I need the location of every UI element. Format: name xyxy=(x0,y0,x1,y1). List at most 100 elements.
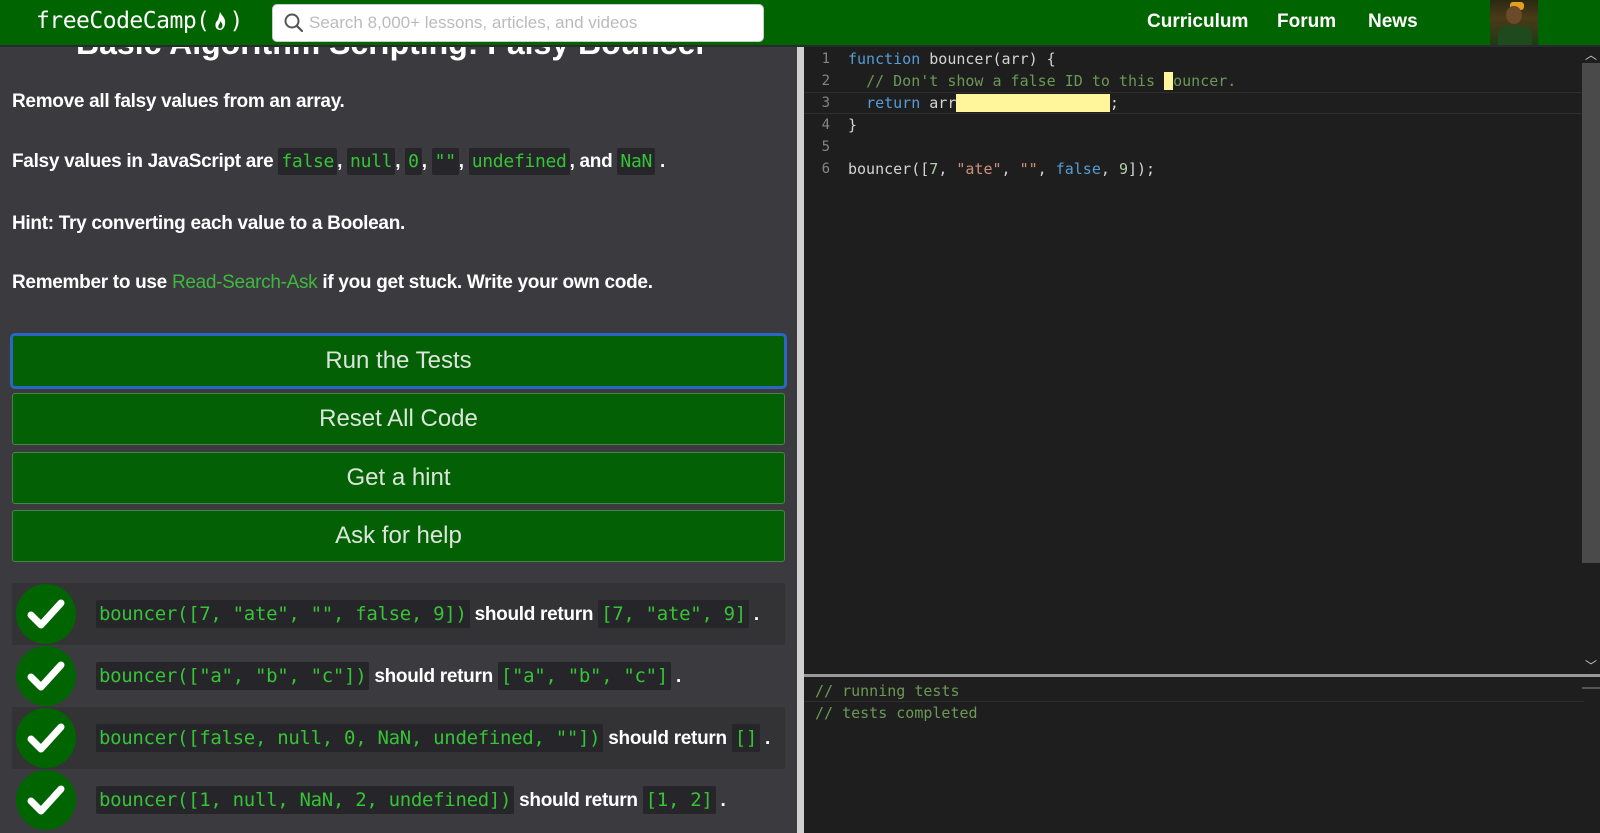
logo-text: freeCodeCamp xyxy=(36,8,197,34)
test-text: bouncer(["a", "b", "c"]) should return [… xyxy=(96,661,681,690)
navbar: freeCodeCamp ( ) Curriculum Forum News xyxy=(0,0,1600,45)
nav-forum[interactable]: Forum xyxy=(1277,11,1336,33)
falsy-false: false xyxy=(278,148,338,175)
code-token: , xyxy=(938,160,957,178)
nav-news[interactable]: News xyxy=(1368,11,1418,33)
test-text: bouncer([false, null, 0, NaN, undefined,… xyxy=(96,723,771,752)
code-token: bouncer(arr) { xyxy=(920,50,1056,68)
test-call: bouncer([false, null, 0, NaN, undefined,… xyxy=(96,723,604,752)
test-mid: should return xyxy=(374,665,493,687)
falsy-undefined: undefined xyxy=(468,148,570,175)
logo-paren-open: ( xyxy=(196,8,210,34)
remember-prefix: Remember to use xyxy=(12,272,167,293)
line-number: 5 xyxy=(821,139,830,155)
code-token: , xyxy=(1037,160,1056,178)
test-call: bouncer([7, "ate", "", false, 9]) xyxy=(96,599,470,628)
search-input[interactable] xyxy=(309,13,749,33)
editor-line: 4 } xyxy=(804,114,1584,136)
search-bar[interactable] xyxy=(272,4,764,42)
output-console: // running tests // tests completed xyxy=(804,677,1600,833)
editor-scrollbar[interactable]: ︿ ﹀ xyxy=(1582,47,1600,674)
line-number: 3 xyxy=(821,95,830,111)
reset-code-label: Reset All Code xyxy=(319,405,478,432)
p2-end: . xyxy=(660,151,665,172)
line-number: 4 xyxy=(821,117,830,133)
code-token: false xyxy=(1055,160,1101,178)
check-icon xyxy=(16,708,76,768)
read-search-ask-link[interactable]: Read-Search-Ask xyxy=(172,272,318,293)
editor-scroll-thumb[interactable] xyxy=(1582,63,1600,563)
logo-paren-close: ) xyxy=(229,8,244,34)
code-token: "ate" xyxy=(956,160,1002,178)
remember-suffix: if you get stuck. Write your own code. xyxy=(322,272,653,293)
avatar-face xyxy=(1506,6,1522,24)
check-icon xyxy=(16,584,76,644)
console-line: // tests completed xyxy=(815,704,978,722)
ask-help-button[interactable]: Ask for help xyxy=(12,510,785,562)
line-number: 1 xyxy=(821,51,830,67)
get-hint-button[interactable]: Get a hint xyxy=(12,452,785,504)
logo[interactable]: freeCodeCamp ( ) xyxy=(36,8,243,34)
console-scrollbar[interactable] xyxy=(1582,687,1600,689)
run-tests-label: Run the Tests xyxy=(325,347,472,374)
check-icon xyxy=(16,646,76,706)
test-end: . xyxy=(765,727,771,749)
test-end: . xyxy=(675,665,681,687)
scroll-up-icon[interactable]: ︿ xyxy=(1584,48,1598,62)
code-token: , xyxy=(1100,160,1119,178)
console-line: // running tests xyxy=(804,680,1584,702)
test-result: ["a", "b", "c"] xyxy=(497,661,671,690)
code-token: ]); xyxy=(1127,160,1156,178)
editor-line-current: 3 return arrxxxxxxxxxxxxxxxxx; xyxy=(804,92,1584,114)
code-token: "" xyxy=(1019,160,1038,178)
scroll-down-icon[interactable]: ﹀ xyxy=(1584,659,1598,673)
editor-line: 1 function bouncer(arr) { xyxy=(804,48,1584,70)
check-icon xyxy=(16,770,76,830)
test-row: bouncer([7, "ate", "", false, 9]) should… xyxy=(12,583,785,645)
code-editor[interactable]: 1 function bouncer(arr) { 2 // Don't sho… xyxy=(804,47,1600,674)
p2-and: and xyxy=(579,151,613,172)
challenge-title: Basic Algorithm Scripting: Falsy Bouncer xyxy=(76,47,708,62)
panel-resize-handle[interactable] xyxy=(797,47,804,833)
remember-text: Remember to use Read-Search-Ask if you g… xyxy=(12,272,653,294)
test-result: [7, "ate", 9] xyxy=(598,599,749,628)
test-call: bouncer([1, null, NaN, 2, undefined]) xyxy=(96,785,515,814)
test-row: bouncer(["a", "b", "c"]) should return [… xyxy=(12,645,785,707)
nav-curriculum[interactable]: Curriculum xyxy=(1147,11,1248,33)
flame-icon xyxy=(214,12,225,30)
falsy-zero: 0 xyxy=(405,148,422,175)
test-mid: should return xyxy=(608,727,727,749)
falsy-nan: NaN xyxy=(617,148,656,175)
reset-code-button[interactable]: Reset All Code xyxy=(12,393,785,445)
code-comment: ouncer. xyxy=(1173,72,1237,90)
code-token: function xyxy=(848,50,921,68)
description-p1: Remove all falsy values from an array. xyxy=(12,91,345,112)
falsy-null: null xyxy=(347,148,396,175)
line-number: 6 xyxy=(821,161,830,177)
test-text: bouncer([1, null, NaN, 2, undefined]) sh… xyxy=(96,785,726,814)
code-token: 9 xyxy=(1118,160,1128,178)
test-result: [] xyxy=(731,723,761,752)
test-mid: should return xyxy=(474,603,594,625)
highlight-redaction: xxxxxxxxxxxxxxxxx xyxy=(956,94,1110,112)
code-token: } xyxy=(848,116,858,134)
falsy-empty-string: "" xyxy=(431,148,459,175)
run-tests-button[interactable]: Run the Tests xyxy=(12,335,785,387)
code-token: ; xyxy=(1109,94,1119,112)
search-icon xyxy=(284,13,304,33)
test-text: bouncer([7, "ate", "", false, 9]) should… xyxy=(96,599,759,628)
ask-help-label: Ask for help xyxy=(335,522,462,549)
test-call: bouncer(["a", "b", "c"]) xyxy=(96,661,370,690)
code-token: 7 xyxy=(929,160,939,178)
editor-line: 5 xyxy=(804,136,1584,158)
p2-prefix: Falsy values in JavaScript are xyxy=(12,151,274,172)
avatar[interactable] xyxy=(1490,0,1538,45)
test-result: [1, 2] xyxy=(642,785,716,814)
code-token: return xyxy=(866,94,921,112)
test-mid: should return xyxy=(519,789,638,811)
test-end: . xyxy=(753,603,759,625)
hint-text: Hint: Try converting each value to a Boo… xyxy=(12,213,405,234)
code-token: arr xyxy=(920,94,957,112)
editor-line: 2 // Don't show a false ID to this bounc… xyxy=(804,70,1584,92)
highlight-mark: b xyxy=(1164,72,1174,90)
